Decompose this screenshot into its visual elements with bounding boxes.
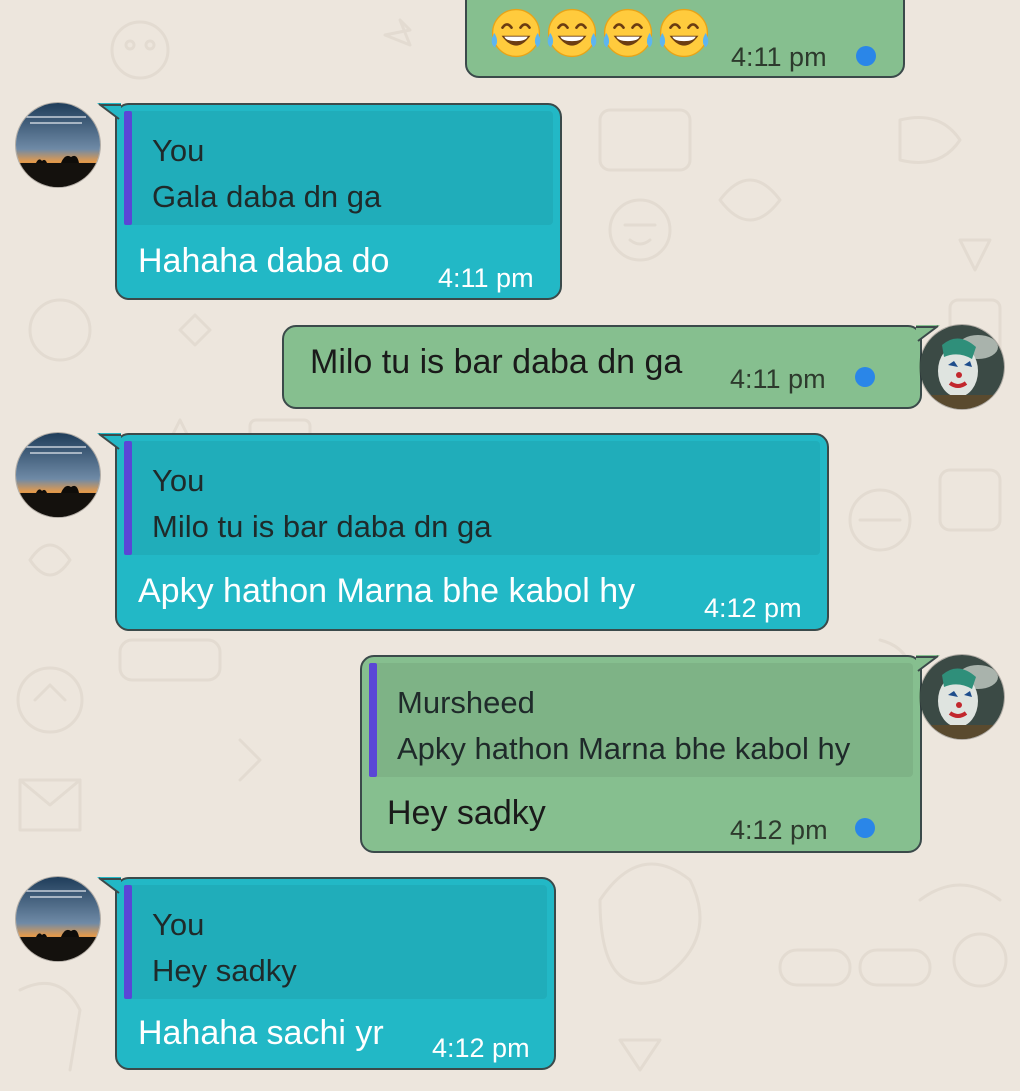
- quote-bar: [124, 111, 132, 225]
- message-bubble-outgoing[interactable]: 😂😂😂😂 4:11 pm: [465, 0, 905, 78]
- contact-avatar[interactable]: [16, 877, 100, 961]
- message-bubble-incoming[interactable]: You Gala daba dn ga Hahaha daba do 4:11 …: [97, 103, 562, 300]
- message-time: 4:12 pm: [432, 1033, 530, 1063]
- message-text: Apky hathon Marna bhe kabol hy: [138, 572, 636, 610]
- quote-author: You: [152, 133, 205, 168]
- quote-author: Mursheed: [397, 685, 535, 720]
- contact-avatar[interactable]: [16, 433, 100, 517]
- quoted-message[interactable]: Mursheed Apky hathon Marna bhe kabol hy: [369, 663, 913, 777]
- bubble-tail: [97, 877, 121, 895]
- tears-of-joy-emoji-icon: [491, 8, 541, 58]
- emoji-row: 😂😂😂😂: [489, 6, 711, 60]
- quoted-message[interactable]: You Gala daba dn ga: [124, 111, 553, 225]
- bubble-tail: [97, 103, 121, 121]
- quote-text: Hey sadky: [152, 953, 297, 988]
- message-bubble-incoming[interactable]: You Milo tu is bar daba dn ga Apky hatho…: [97, 433, 829, 631]
- my-avatar[interactable]: [920, 325, 1004, 409]
- quote-text: Apky hathon Marna bhe kabol hy: [397, 731, 851, 766]
- message-time: 4:12 pm: [730, 815, 828, 845]
- sent-dot-icon: [856, 46, 876, 66]
- message-bubble-outgoing[interactable]: Mursheed Apky hathon Marna bhe kabol hy …: [360, 655, 940, 853]
- tears-of-joy-emoji-icon: [603, 8, 653, 58]
- tears-of-joy-emoji-icon: [659, 8, 709, 58]
- quoted-message[interactable]: You Milo tu is bar daba dn ga: [124, 441, 820, 555]
- bubble-tail: [97, 433, 121, 451]
- my-avatar[interactable]: [920, 655, 1004, 739]
- message-text: Hey sadky: [387, 794, 546, 832]
- message-time: 4:11 pm: [438, 263, 534, 293]
- quote-author: You: [152, 463, 205, 498]
- message-text: Hahaha sachi yr: [138, 1014, 384, 1052]
- sent-dot-icon: [855, 818, 875, 838]
- quote-author: You: [152, 907, 205, 942]
- message-bubble-incoming[interactable]: You Hey sadky Hahaha sachi yr 4:12 pm: [97, 877, 556, 1070]
- quote-bar: [124, 885, 132, 999]
- message-text: Hahaha daba do: [138, 242, 390, 280]
- message-bubble-outgoing[interactable]: Milo tu is bar daba dn ga 4:11 pm: [282, 325, 940, 409]
- quote-text: Milo tu is bar daba dn ga: [152, 509, 492, 544]
- message-time: 4:11 pm: [730, 364, 826, 394]
- quote-text: Gala daba dn ga: [152, 179, 382, 214]
- message-time: 4:11 pm: [731, 42, 827, 72]
- tears-of-joy-emoji-icon: [547, 8, 597, 58]
- contact-avatar[interactable]: [16, 103, 100, 187]
- quote-bar: [124, 441, 132, 555]
- message-text: Milo tu is bar daba dn ga: [310, 343, 683, 381]
- sent-dot-icon: [855, 367, 875, 387]
- message-time: 4:12 pm: [704, 593, 802, 623]
- quote-bar: [369, 663, 377, 777]
- quoted-message[interactable]: You Hey sadky: [124, 885, 547, 999]
